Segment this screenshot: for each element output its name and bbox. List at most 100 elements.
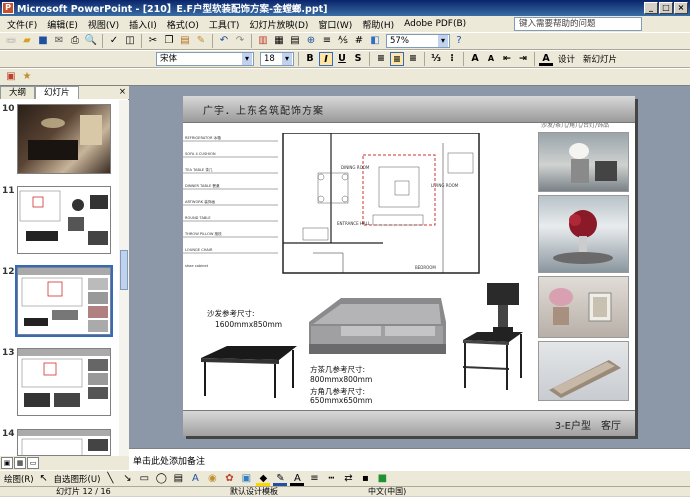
paste-icon[interactable]: ▤ [178, 34, 192, 48]
decrease-indent-icon[interactable]: ⇤ [500, 52, 514, 66]
status-design: 默认设计模板 [230, 487, 278, 496]
increase-indent-icon[interactable]: ⇥ [516, 52, 530, 66]
expand-icon[interactable]: ≡ [320, 34, 334, 48]
oval-icon[interactable]: ◯ [154, 472, 168, 486]
underline-button[interactable]: U [335, 52, 349, 66]
help-search-input[interactable]: 键入需要帮助的问题 [514, 17, 642, 31]
bullets-icon[interactable]: ⁝ [445, 52, 459, 66]
clipart-icon[interactable]: ✿ [222, 472, 236, 486]
menu-edit[interactable]: 编辑(E) [42, 18, 83, 31]
plan-label-bedroom: BEDROOM [415, 265, 436, 270]
wordart-icon[interactable]: A [188, 472, 202, 486]
preview-icon[interactable]: 🔍 [84, 34, 98, 48]
scrollbar-thumb[interactable] [120, 250, 128, 290]
menu-tools[interactable]: 工具(T) [204, 18, 245, 31]
shadow-button[interactable]: S [351, 52, 365, 66]
italic-button[interactable]: I [319, 52, 333, 66]
save-icon[interactable]: ■ [36, 34, 50, 48]
menu-view[interactable]: 视图(V) [83, 18, 124, 31]
line-icon[interactable]: ╲ [103, 472, 117, 486]
new-slide-button[interactable]: 新幻灯片 [580, 53, 620, 65]
close-pane-icon[interactable]: × [119, 86, 126, 99]
cut-icon[interactable]: ✂ [146, 34, 160, 48]
select-objects-icon[interactable]: ↖ [37, 472, 51, 486]
undo-icon[interactable]: ↶ [217, 34, 231, 48]
spelling-icon[interactable]: ✓ [107, 34, 121, 48]
autoshapes-menu[interactable]: 自选图形(U) [54, 473, 101, 485]
shadow-style-icon[interactable]: ▪ [358, 472, 372, 486]
copy-icon[interactable]: ❐ [162, 34, 176, 48]
close-button[interactable]: × [674, 2, 688, 14]
maximize-button[interactable]: □ [659, 2, 673, 14]
grid-icon[interactable]: # [352, 34, 366, 48]
hyperlink-icon[interactable]: ⊕ [304, 34, 318, 48]
decrease-font-icon[interactable]: A [484, 52, 498, 66]
line-style-icon[interactable]: ≡ [307, 472, 321, 486]
font-select[interactable]: 宋体 [156, 52, 254, 66]
color-grayscale-icon[interactable]: ◧ [368, 34, 382, 48]
font-color-icon[interactable]: A [539, 52, 553, 66]
arrow-icon[interactable]: ↘ [120, 472, 134, 486]
slide-thumbnail[interactable] [15, 265, 113, 337]
bold-button[interactable]: B [303, 52, 317, 66]
zoom-select[interactable]: 57% [386, 34, 450, 48]
formatting-toolbar: 宋体 18 B I U S ≡ ≡ ≡ ⅓ ⁝ A A ⇤ ⇥ A 设计 新幻灯… [0, 50, 690, 68]
menu-insert[interactable]: 插入(I) [124, 18, 162, 31]
numbering-icon[interactable]: ⅓ [429, 52, 443, 66]
slide-thumbnail[interactable] [17, 348, 111, 416]
menu-format[interactable]: 格式(O) [162, 18, 204, 31]
slide-icon[interactable]: ▣ [4, 70, 18, 84]
slide[interactable]: DINING ROOM LIVING ROOM ENTRANCE HALL BE… [183, 96, 635, 436]
open-icon[interactable]: ▰ [20, 34, 34, 48]
tab-slides[interactable]: 幻灯片 [35, 86, 79, 99]
design-button[interactable]: 设计 [555, 53, 578, 65]
rectangle-icon[interactable]: ▭ [137, 472, 151, 486]
menu-window[interactable]: 窗口(W) [313, 18, 357, 31]
slide-thumbnail[interactable] [17, 186, 111, 254]
arrow-style-icon[interactable]: ⇄ [341, 472, 355, 486]
notes-pane[interactable]: 单击此处添加备注 [129, 448, 690, 470]
permission-icon[interactable]: ✉ [52, 34, 66, 48]
diagram-icon[interactable]: ◉ [205, 472, 219, 486]
show-formatting-icon[interactable]: ⅍ [336, 34, 350, 48]
fill-color-icon[interactable]: ◆ [256, 472, 271, 486]
slide-animation-icon[interactable]: ★ [20, 70, 34, 84]
slide-thumbnail[interactable] [17, 429, 111, 456]
new-icon[interactable]: ▭ [4, 34, 18, 48]
increase-font-icon[interactable]: A [468, 52, 482, 66]
font-size-select[interactable]: 18 [260, 52, 294, 66]
align-right-icon[interactable]: ≡ [406, 52, 420, 66]
print-icon[interactable]: ⎙ [68, 34, 82, 48]
draw-menu[interactable]: 绘图(R) [4, 473, 34, 485]
slides-scrollbar[interactable] [119, 100, 129, 456]
menu-help[interactable]: 帮助(H) [357, 18, 399, 31]
research-icon[interactable]: ◫ [123, 34, 137, 48]
tables-borders-icon[interactable]: ▤ [288, 34, 302, 48]
tab-outline[interactable]: 大纲 [0, 86, 36, 99]
menu-slideshow[interactable]: 幻灯片放映(D) [244, 18, 313, 31]
menu-file[interactable]: 文件(F) [2, 18, 42, 31]
normal-view-icon[interactable]: ▣ [1, 457, 13, 469]
3d-style-icon[interactable]: ■ [375, 472, 389, 486]
font-color-icon[interactable]: A [290, 472, 305, 486]
line-color-icon[interactable]: ✎ [273, 472, 288, 486]
spec-item: SOFA 4 CUSHION [185, 152, 216, 156]
minimize-button[interactable]: _ [644, 2, 658, 14]
help-icon[interactable]: ? [452, 34, 466, 48]
dash-style-icon[interactable]: ┅ [324, 472, 338, 486]
align-center-icon[interactable]: ≡ [390, 52, 404, 66]
picture-icon[interactable]: ▣ [239, 472, 253, 486]
format-painter-icon[interactable]: ✎ [194, 34, 208, 48]
textbox-icon[interactable]: ▤ [171, 472, 185, 486]
slideshow-view-icon[interactable]: ▭ [27, 457, 39, 469]
slide-number: 14 [2, 429, 15, 439]
sorter-view-icon[interactable]: ▦ [14, 457, 26, 469]
spec-item: REFRIGERATOR 冰箱 [185, 135, 221, 140]
slide-thumbnail[interactable] [17, 104, 111, 174]
align-left-icon[interactable]: ≡ [374, 52, 388, 66]
chart-icon[interactable]: ▥ [256, 34, 270, 48]
table-icon[interactable]: ▦ [272, 34, 286, 48]
table-lamp [487, 283, 519, 333]
menu-adobe-pdf[interactable]: Adobe PDF(B) [399, 19, 471, 29]
redo-icon[interactable]: ↷ [233, 34, 247, 48]
